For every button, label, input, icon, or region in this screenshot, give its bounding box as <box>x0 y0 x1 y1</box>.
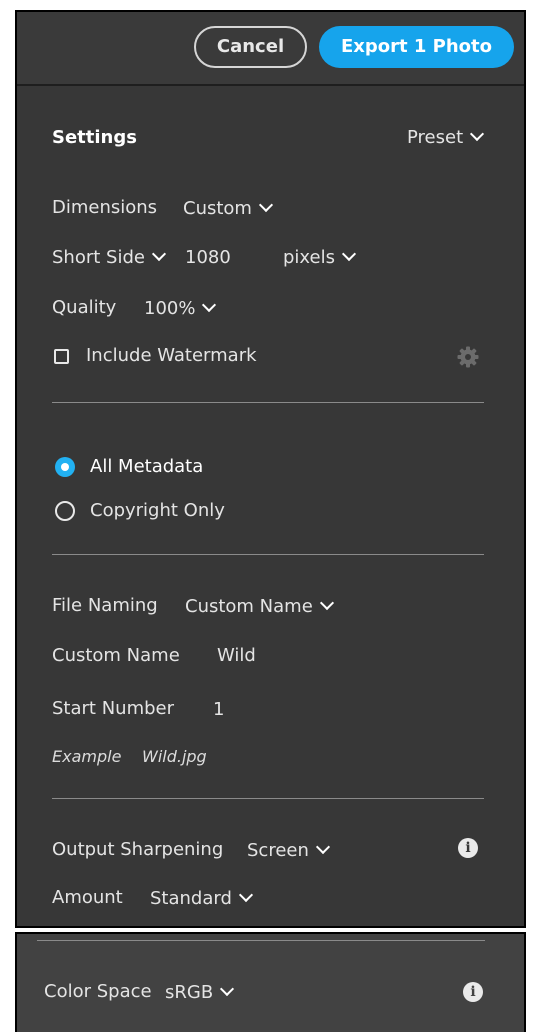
quality-label: Quality <box>52 297 117 318</box>
info-icon[interactable]: i <box>463 982 483 1002</box>
unit-value: pixels <box>283 247 335 268</box>
chevron-down-icon <box>470 126 485 142</box>
all-metadata-label: All Metadata <box>90 456 204 477</box>
amount-dropdown[interactable]: Standard <box>150 887 253 909</box>
amount-label: Amount <box>52 887 123 908</box>
chevron-down-icon <box>151 246 167 262</box>
side-label: Short Side <box>52 247 145 268</box>
unit-dropdown[interactable]: pixels <box>283 246 357 268</box>
file-naming-label: File Naming <box>52 595 158 616</box>
export-button[interactable]: Export 1 Photo <box>319 26 514 68</box>
dimensions-label: Dimensions <box>52 197 158 218</box>
divider <box>52 554 484 555</box>
side-dropdown[interactable]: Short Side <box>52 246 167 268</box>
output-sharpening-dropdown[interactable]: Screen <box>247 839 330 861</box>
color-space-value: sRGB <box>165 982 214 1003</box>
dimensions-dropdown[interactable]: Custom <box>183 197 274 219</box>
custom-name-input[interactable]: Wild <box>217 645 256 666</box>
example-label: Example <box>52 747 122 766</box>
divider <box>37 940 485 941</box>
divider <box>52 798 484 799</box>
export-settings-panel: Cancel Export 1 Photo Settings Preset Di… <box>15 10 526 928</box>
file-naming-value: Custom Name <box>185 596 313 617</box>
preset-dropdown[interactable]: Preset <box>407 126 485 148</box>
preset-label: Preset <box>407 127 464 148</box>
watermark-label: Include Watermark <box>86 345 257 366</box>
custom-name-label: Custom Name <box>52 645 180 666</box>
quality-dropdown[interactable]: 100% <box>144 297 217 319</box>
example-value: Wild.jpg <box>142 747 207 766</box>
chevron-down-icon <box>315 839 330 855</box>
watermark-checkbox[interactable] <box>54 349 69 364</box>
copyright-only-radio[interactable] <box>55 501 75 521</box>
chevron-down-icon <box>258 197 274 213</box>
copyright-only-label: Copyright Only <box>90 500 225 521</box>
start-number-input[interactable]: 1 <box>213 699 224 720</box>
output-sharpening-label: Output Sharpening <box>52 839 224 860</box>
amount-value: Standard <box>150 888 232 909</box>
output-sharpening-value: Screen <box>247 840 309 861</box>
export-toolbar: Cancel Export 1 Photo <box>17 12 524 86</box>
chevron-down-icon <box>319 595 334 611</box>
quality-value: 100% <box>144 298 196 319</box>
all-metadata-radio[interactable] <box>55 457 75 477</box>
color-space-dropdown[interactable]: sRGB <box>165 981 235 1003</box>
chevron-down-icon <box>220 981 235 997</box>
color-space-label: Color Space <box>44 981 152 1002</box>
dimensions-value: Custom <box>183 198 252 219</box>
gear-icon[interactable] <box>456 345 480 369</box>
color-space-panel: Color Space sRGB i <box>15 932 526 1032</box>
info-icon[interactable]: i <box>458 838 478 858</box>
chevron-down-icon <box>202 297 217 313</box>
chevron-down-icon <box>238 887 253 903</box>
settings-title: Settings <box>52 127 137 148</box>
chevron-down-icon <box>341 246 357 262</box>
divider <box>52 402 484 403</box>
start-number-label: Start Number <box>52 698 175 719</box>
file-naming-dropdown[interactable]: Custom Name <box>185 595 334 617</box>
cancel-button[interactable]: Cancel <box>194 26 307 68</box>
side-value-input[interactable]: 1080 <box>185 247 231 268</box>
